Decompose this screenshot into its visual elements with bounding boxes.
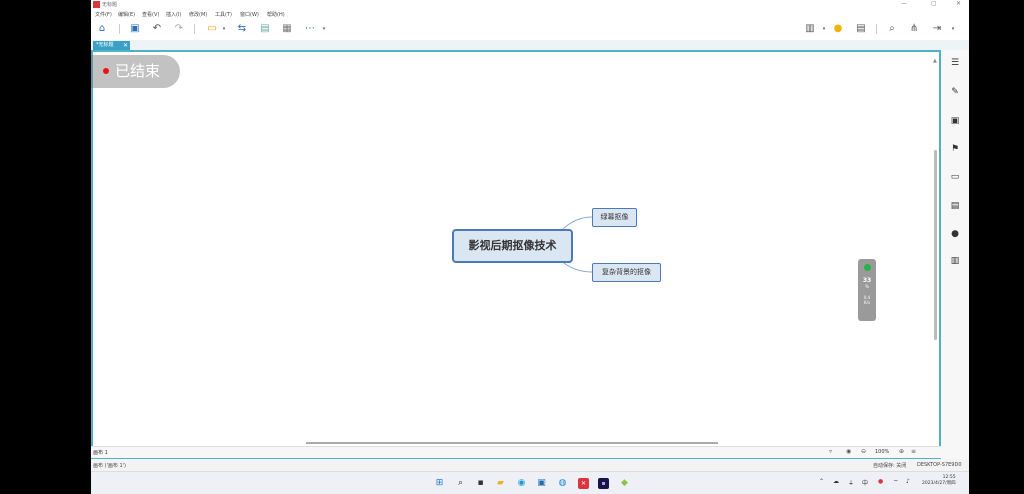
central-topic[interactable]: 影视后期抠像技术 bbox=[452, 229, 573, 263]
subtopic-complex-background[interactable]: 复杂背景的抠像 bbox=[592, 263, 661, 282]
subtopic-green-screen[interactable]: 绿幕抠像 bbox=[592, 208, 637, 227]
